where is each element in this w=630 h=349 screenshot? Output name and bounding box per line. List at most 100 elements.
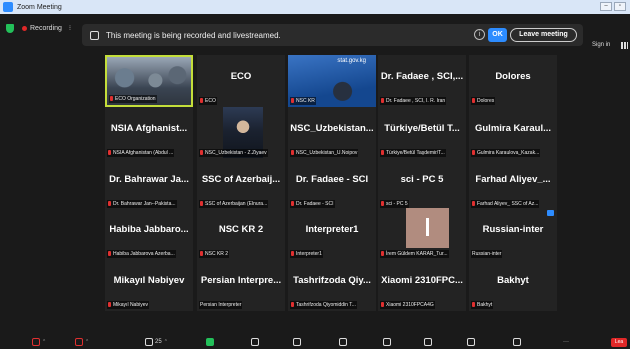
participants-icon[interactable]: [145, 338, 153, 346]
end-meeting-button[interactable]: Lea: [611, 337, 627, 347]
ok-button[interactable]: OK: [488, 28, 507, 42]
record-notice-icon: [90, 30, 99, 40]
participant-label-text: sci - PC 5: [386, 201, 408, 207]
minimize-icon[interactable]: –: [600, 2, 612, 11]
participant-tile[interactable]: Dr. Fadaee - SCI Dr. Fadaee - SCI: [288, 158, 376, 210]
participant-tile[interactable]: İrem Güldem KARAR_Tur...: [378, 208, 466, 260]
participants-control[interactable]: 25 ⌃: [145, 337, 168, 347]
participant-name-label: sci - PC 5: [380, 200, 409, 208]
participant-display-name: sci - PC 5: [400, 174, 444, 185]
globe-icon[interactable]: [339, 338, 347, 346]
participant-label-text: Tashrifzoda Qiyomiddin T...: [296, 302, 356, 308]
captions-control[interactable]: [467, 337, 475, 347]
muted-mic-icon: [381, 150, 384, 155]
end-meeting-control[interactable]: Lea: [611, 337, 627, 347]
participant-name-label: Türkiye/Betül Taşdemir/T...: [380, 149, 446, 157]
participant-tile[interactable]: Türkiye/Betül T... Türkiye/Betül Taşdemir…: [378, 107, 466, 159]
expand-icon[interactable]: [424, 338, 432, 346]
participant-display-name: Interpreter1: [305, 224, 359, 235]
participant-label-text: Interpreter1: [296, 251, 322, 257]
reactions-control[interactable]: [293, 337, 301, 347]
leave-meeting-button[interactable]: Leave meeting: [510, 28, 577, 42]
recording-notice-banner: This meeting is being recorded and lives…: [82, 24, 583, 46]
participant-display-name: Persian Interpre...: [200, 275, 282, 286]
captions-icon[interactable]: [467, 338, 475, 346]
participant-tile[interactable]: Tashrifzoda Qiy... Tashrifzoda Qiyomiddin…: [288, 259, 376, 311]
participant-tile[interactable]: Russian-inter Russian-inter: [469, 208, 557, 260]
video-off-icon[interactable]: [75, 338, 83, 346]
participant-label-text: Türkiye/Betül Taşdemir/T...: [386, 150, 445, 156]
participant-name-label: SSC of Azerbaijan (Elnura...: [199, 200, 269, 208]
whiteboard-control[interactable]: [383, 337, 391, 347]
participant-tile[interactable]: Dr. Bahrawar Ja... Dr. Bahrawar Jan--Paki…: [105, 158, 193, 210]
mute-control[interactable]: ⌃: [32, 337, 46, 347]
participant-tile[interactable]: Mikayıl Nəbiyev Mikayıl Nabiyev: [105, 259, 193, 311]
participant-tile[interactable]: NSC_Uzbekistan... NSC_Uzbekistan_U.Noipov: [288, 107, 376, 159]
participant-tile[interactable]: Farhad Aliyev_... Farhad Aliyev_ SSC of A…: [469, 158, 557, 210]
chevron-up-icon[interactable]: ⌃: [85, 339, 89, 345]
fullscreen-control[interactable]: [424, 337, 432, 347]
participant-tile[interactable]: SSC of Azerbaij... SSC of Azerbaijan (Eln…: [197, 158, 285, 210]
zoom-logo-icon: [3, 2, 13, 12]
notes-control[interactable]: [513, 337, 521, 347]
participant-tile[interactable]: ECO ECO: [197, 55, 285, 107]
muted-mic-icon[interactable]: [32, 338, 40, 346]
participant-tile[interactable]: ECO Organization: [105, 55, 193, 107]
view-grid-icon[interactable]: [621, 42, 628, 49]
participant-tile[interactable]: Interpreter1 Interpreter1: [288, 208, 376, 260]
muted-mic-icon: [108, 150, 111, 155]
participant-label-text: Xiaomi 2310FPCA4G: [386, 302, 434, 308]
participant-display-name: NSIA Afghanist...: [110, 123, 188, 134]
participant-name-label: Bakhyt: [471, 301, 494, 309]
participant-tile[interactable]: sci - PC 5 sci - PC 5: [378, 158, 466, 210]
participant-label-text: Habiba Jabbarova Azerba...: [113, 251, 175, 257]
more-dots-icon[interactable]: ···: [563, 339, 569, 345]
participant-tile[interactable]: NSC_Uzbekistan - Z.Ziyaev: [197, 107, 285, 159]
participant-name-label: NSC KR: [290, 97, 316, 105]
chevron-up-icon[interactable]: ⌃: [164, 339, 168, 345]
restore-icon[interactable]: ▫: [614, 2, 626, 11]
recording-indicator[interactable]: Recording ⁝: [22, 24, 71, 32]
participant-label-text: ECO Organization: [115, 96, 156, 102]
participant-tile[interactable]: NSC KR 2 NSC KR 2: [197, 208, 285, 260]
participant-tile[interactable]: Persian Interpre... Persian Interpreter: [197, 259, 285, 311]
record-icon[interactable]: [251, 338, 259, 346]
participant-tile[interactable]: stat.gov.kg NSC KR: [288, 55, 376, 107]
recording-label: Recording: [30, 24, 62, 32]
video-control[interactable]: ⌃: [75, 337, 89, 347]
participant-label-text: NSC KR 2: [205, 251, 229, 257]
participant-tile[interactable]: Dolores Dolores: [469, 55, 557, 107]
info-icon[interactable]: i: [474, 29, 485, 40]
participant-label-text: Dr. Fadaee - SCI: [296, 201, 334, 207]
participant-tile[interactable]: Dr. Fadaee , SCI,... Dr. Fadaee , SCI, I.…: [378, 55, 466, 107]
chevron-up-icon[interactable]: ⌃: [42, 339, 46, 345]
notes-icon[interactable]: [513, 338, 521, 346]
security-shield-icon[interactable]: [6, 24, 14, 33]
participant-tile[interactable]: NSIA Afghanist... NSIA Afghanistan (Abdul…: [105, 107, 193, 159]
muted-mic-icon: [291, 201, 294, 206]
participant-label-text: Gulmira Karaulova_Kazak...: [477, 150, 540, 156]
participant-display-name: Dr. Fadaee , SCI,...: [380, 71, 464, 82]
participant-tile[interactable]: Bakhyt Bakhyt: [469, 259, 557, 311]
participant-tile[interactable]: Xiaomi 2310FPC... Xiaomi 2310FPCA4G: [378, 259, 466, 311]
apps-control[interactable]: [339, 337, 347, 347]
sparkle-icon[interactable]: [293, 338, 301, 346]
tile-options-icon[interactable]: [547, 210, 554, 216]
palette-icon[interactable]: [383, 338, 391, 346]
muted-mic-icon: [291, 251, 294, 256]
participant-name-label: Dr. Fadaee - SCI: [290, 200, 335, 208]
muted-mic-icon: [381, 201, 384, 206]
participant-name-label: NSC_Uzbekistan_U.Noipov: [290, 149, 359, 157]
participant-video: [406, 208, 449, 248]
share-screen-icon[interactable]: [206, 338, 214, 346]
recording-more-icon[interactable]: ⁝: [69, 24, 71, 32]
sign-in-link[interactable]: Sign in: [592, 42, 610, 48]
participant-tile[interactable]: Gulmira Karaul... Gulmira Karaulova_Kazak…: [469, 107, 557, 159]
more-control[interactable]: ···: [563, 337, 569, 347]
participant-display-name: Farhad Aliyev_...: [475, 174, 551, 185]
record-control[interactable]: [251, 337, 259, 347]
avatar-glyph: [426, 218, 429, 236]
muted-mic-icon: [472, 98, 475, 103]
participant-tile[interactable]: Habiba Jabbaro... Habiba Jabbarova Azerba…: [105, 208, 193, 260]
share-screen-control[interactable]: [206, 337, 214, 347]
